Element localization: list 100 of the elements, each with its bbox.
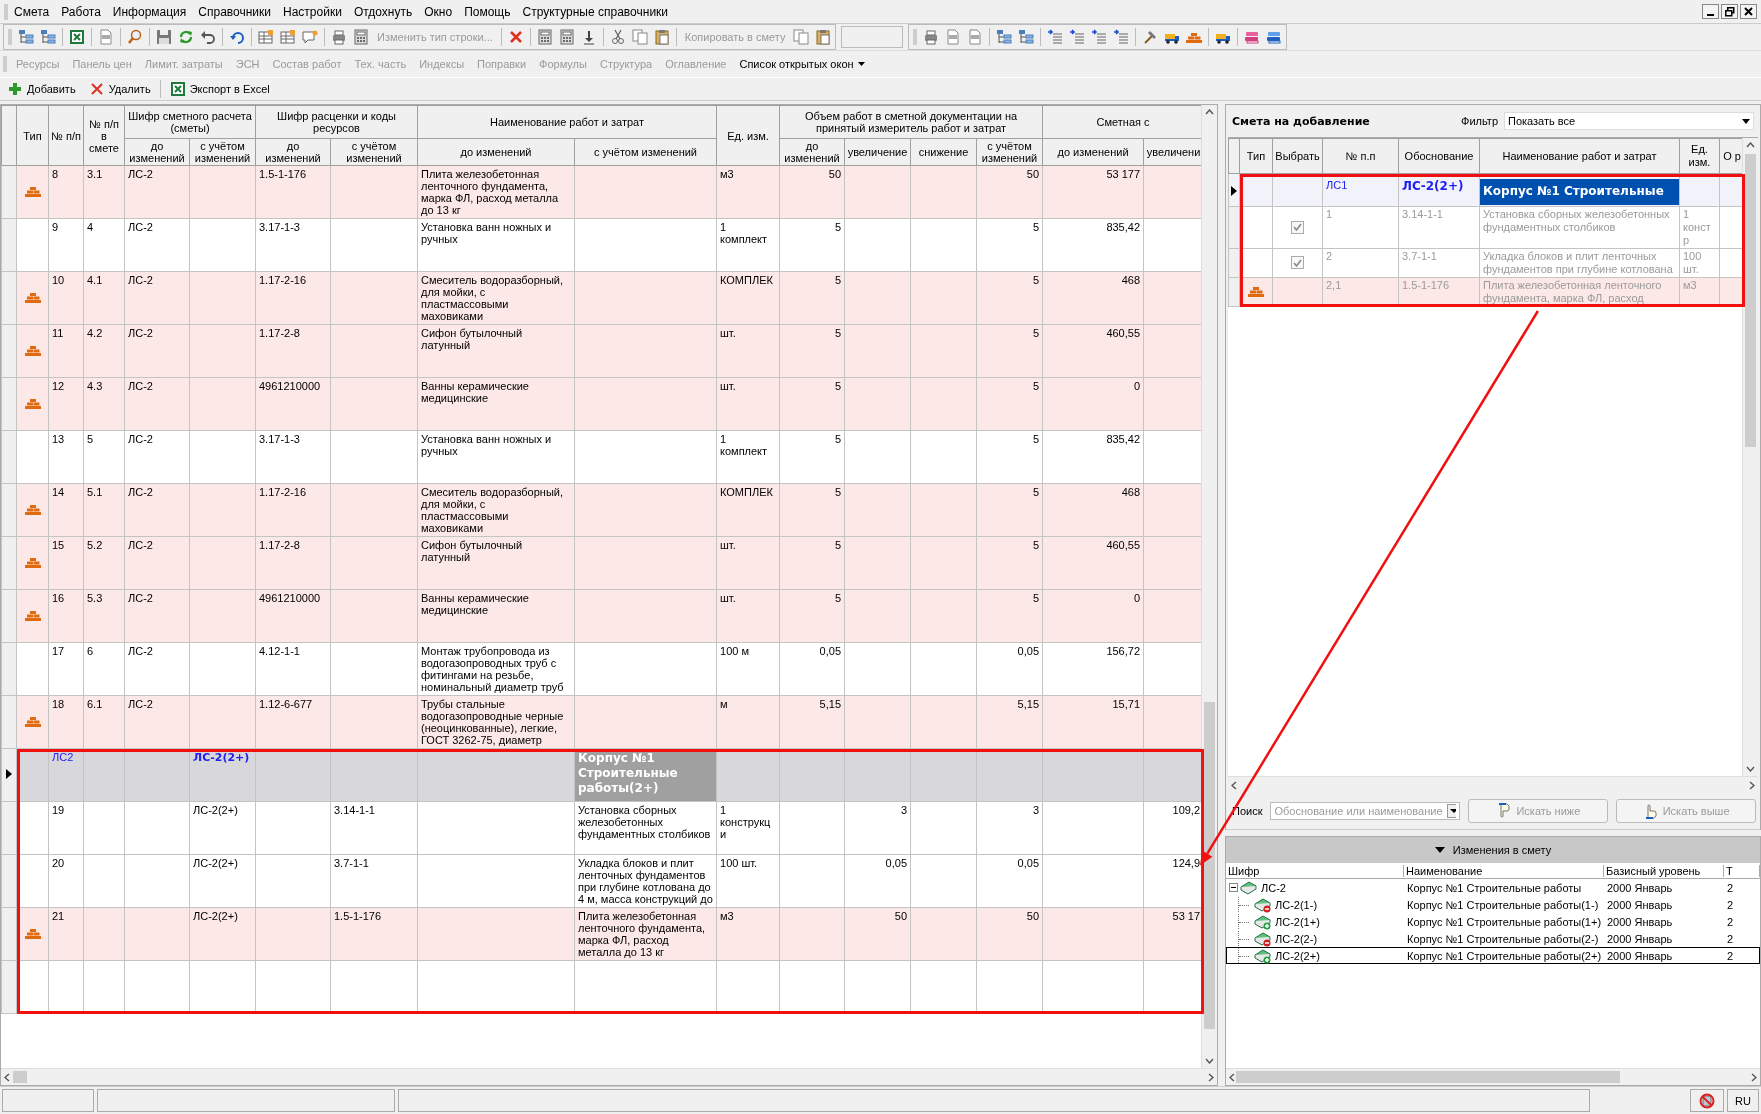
table-row[interactable]: ЛС1 ЛС-2(2+) Корпус №1 Строительные xyxy=(1228,173,1742,207)
undo-icon[interactable] xyxy=(200,29,216,45)
column-header[interactable]: Тип xyxy=(1239,138,1273,174)
filter-dropdown[interactable]: Показать все xyxy=(1504,112,1754,130)
column-header[interactable]: до изменений xyxy=(255,138,331,166)
refresh-icon[interactable] xyxy=(178,29,194,45)
column-header[interactable]: № п.п xyxy=(1322,138,1399,174)
table-row[interactable]: 10 4.1 ЛС-2 1.17-2-16 Смеситель водоразборный, для мойки, с пластмассовыми маховиками КОМПЛЕК 5 5 468 xyxy=(1,271,1201,325)
copy-icon[interactable] xyxy=(793,29,810,45)
column-header[interactable]: до изменений xyxy=(779,138,845,166)
table-row[interactable]: 19 ЛС-2(2+) 3.14-1-1 Установка сборных железобетонных фундаментных столбиков 1 конструкци 3 3 109,2 xyxy=(1,801,1201,855)
table-row[interactable]: 8 3.1 ЛС-2 1.5-1-176 Плита железобетонная ленточного фундамента, марка ФЛ, расход металла до 13 кг м3 50 50 53 177 xyxy=(1,165,1201,219)
copy-icon[interactable] xyxy=(631,29,648,45)
document-icon[interactable] xyxy=(945,29,962,45)
menu-item[interactable]: Справочники xyxy=(192,2,278,21)
cross-icon[interactable] xyxy=(507,29,524,45)
scroll-thumb[interactable] xyxy=(1745,154,1756,448)
column-header[interactable]: Базисный уровень xyxy=(1604,864,1724,877)
scissors-icon[interactable] xyxy=(609,29,626,45)
column-header[interactable]: Объем работ в сметной документации на принятый измеритель работ и затрат xyxy=(779,105,1043,139)
tree-icon[interactable] xyxy=(18,29,34,45)
table-row[interactable]: 18 6.1 ЛС-2 1.12-6-677 Трубы стальные водогазопроводные черные (неоцинкованные), легкие, ГОСТ 3262-75, диаметр м 5,15 5,15 15,71 xyxy=(1,695,1201,749)
panel-tab[interactable]: Список открытых окон xyxy=(735,58,869,70)
table-icon[interactable] xyxy=(258,29,274,45)
document-icon[interactable] xyxy=(967,29,984,45)
paste-icon[interactable] xyxy=(815,29,832,45)
column-header[interactable]: до изменений xyxy=(417,138,575,166)
list-arrow-icon[interactable] xyxy=(1069,29,1086,45)
column-header[interactable]: с учётом изменений xyxy=(574,138,717,166)
speech-bubble-icon[interactable] xyxy=(302,29,318,45)
hammer-icon[interactable] xyxy=(1142,29,1159,45)
printer-icon[interactable] xyxy=(923,29,940,45)
vertical-scrollbar[interactable] xyxy=(1201,105,1217,1068)
table-row[interactable]: 15 5.2 ЛС-2 1.17-2-8 Сифон бутылочный латунный шт. 5 5 460,55 xyxy=(1,536,1201,590)
toolbar-grip[interactable] xyxy=(913,28,918,46)
column-header[interactable]: Наименование работ и затрат xyxy=(417,105,717,139)
list-arrow-icon[interactable] xyxy=(1047,29,1064,45)
menu-item[interactable]: Отдохнуть xyxy=(347,2,419,21)
menu-item[interactable]: Настройки xyxy=(277,2,348,21)
tree-row[interactable]: ЛС-2(1-) Корпус №1 Строительные работы(1-) 2000 Январь 2 xyxy=(1226,896,1760,913)
column-header[interactable]: Ед. изм. xyxy=(1679,138,1720,174)
column-header[interactable]: до изменений xyxy=(1042,138,1144,166)
section-header[interactable]: Изменения в смету xyxy=(1226,837,1760,863)
column-header[interactable]: Наименование xyxy=(1404,864,1604,877)
tree-row[interactable]: ЛС-2(1+) Корпус №1 Строительные работы(1+) 2000 Январь 2 xyxy=(1226,913,1760,930)
table-row[interactable]: 21 ЛС-2(2+) 1.5-1-176 Плита железобетонная ленточного фундамента, марка ФЛ, расход металла до 13 кг м3 50 50 53 17 xyxy=(1,907,1201,961)
action-button[interactable]: Добавить xyxy=(3,81,80,97)
column-header[interactable]: Шифр сметного расчета (сметы) xyxy=(124,105,256,139)
menu-item[interactable]: Смета xyxy=(8,2,56,21)
spreadsheet-icon[interactable] xyxy=(69,29,85,45)
table-row[interactable]: 14 5.1 ЛС-2 1.17-2-16 Смеситель водоразборный, для мойки, с пластмассовыми маховиками КОМПЛЕК 5 5 468 xyxy=(1,483,1201,537)
column-header[interactable]: № п/п xyxy=(48,105,84,166)
document-icon[interactable] xyxy=(98,29,114,45)
restore-button[interactable] xyxy=(1721,4,1738,19)
toolbar-grip[interactable] xyxy=(4,2,8,21)
column-header[interactable]: с учётом изменений xyxy=(189,138,256,166)
table-cell[interactable]: Корпус №1 Строительные xyxy=(1480,179,1679,205)
chevron-up-icon[interactable] xyxy=(1205,109,1214,115)
horizontal-scrollbar[interactable] xyxy=(1,1068,1217,1085)
chevron-left-icon[interactable] xyxy=(4,1072,10,1082)
menu-item[interactable]: Помощь xyxy=(458,2,517,21)
column-header[interactable]: Ед. изм. xyxy=(716,105,780,166)
tree-icon[interactable] xyxy=(996,29,1013,45)
menu-item[interactable]: Окно xyxy=(418,2,459,21)
tree-row[interactable]: ЛС-2(2+) Корпус №1 Строительные работы(2+) 2000 Январь 2 xyxy=(1226,947,1760,964)
toolbar-grip[interactable] xyxy=(8,28,12,46)
scroll-thumb[interactable] xyxy=(13,1071,27,1083)
action-button[interactable]: Экспорт в Excel xyxy=(165,81,274,97)
text-field[interactable] xyxy=(841,26,904,48)
table-row[interactable]: 17 6 ЛС-2 4.12-1-1 Монтаж трубопровода из водогазопроводных труб с фитингами на резьбе, номинальный диаметр труб 100 м 0,05 0,05 156,72 xyxy=(1,642,1201,696)
books-icon[interactable] xyxy=(1244,29,1261,45)
table-row[interactable]: 9 4 ЛС-2 3.17-1-3 Установка ванн ножных и ручных 1 комплект 5 5 835,42 xyxy=(1,218,1201,272)
chevron-right-icon[interactable] xyxy=(1208,1072,1214,1082)
chevron-left-icon[interactable] xyxy=(1231,780,1237,790)
menu-item[interactable]: Работа xyxy=(55,2,107,21)
column-header[interactable]: Выбрать xyxy=(1272,138,1323,174)
column-header[interactable]: Шифр xyxy=(1226,864,1404,877)
calculator-icon[interactable] xyxy=(353,29,369,45)
scroll-thumb[interactable] xyxy=(1236,1071,1621,1083)
collapse-icon[interactable] xyxy=(1229,883,1238,892)
column-header[interactable]: снижение xyxy=(910,138,977,166)
scroll-thumb[interactable] xyxy=(1204,702,1215,1030)
tree-icon[interactable] xyxy=(1018,29,1035,45)
books-icon[interactable] xyxy=(1266,29,1283,45)
menu-item[interactable]: Структурные справочники xyxy=(516,2,675,21)
horizontal-scrollbar[interactable] xyxy=(1228,776,1758,793)
paste-icon[interactable] xyxy=(653,29,670,45)
column-header[interactable]: Обоснование xyxy=(1398,138,1480,174)
column-header[interactable]: Шифр расценки и коды ресурсов xyxy=(255,105,418,139)
search-icon[interactable] xyxy=(127,29,143,45)
tree-row[interactable]: ЛС-2(2-) Корпус №1 Строительные работы(2-) 2000 Январь 2 xyxy=(1226,930,1760,947)
chevron-up-icon[interactable] xyxy=(1746,142,1755,148)
column-header[interactable]: № п/п в смете xyxy=(83,105,125,166)
table-row[interactable]: 20 ЛС-2(2+) 3.7-1-1 Укладка блоков и плит ленточных фундаментов при глубине котлована до 4 м, масса конструкций до 100 шт. 0,05 0,05 124,9 xyxy=(1,854,1201,908)
crossed-circle-icon[interactable] xyxy=(1699,1092,1715,1109)
row-header[interactable] xyxy=(1228,173,1240,207)
table-row[interactable]: ЛС2 ЛС-2(2+) Корпус №1 Строительные работы(2+) xyxy=(1,748,1201,802)
close-button[interactable] xyxy=(1740,4,1757,19)
chevron-right-icon[interactable] xyxy=(1749,780,1755,790)
calculator-icon[interactable] xyxy=(558,29,575,45)
